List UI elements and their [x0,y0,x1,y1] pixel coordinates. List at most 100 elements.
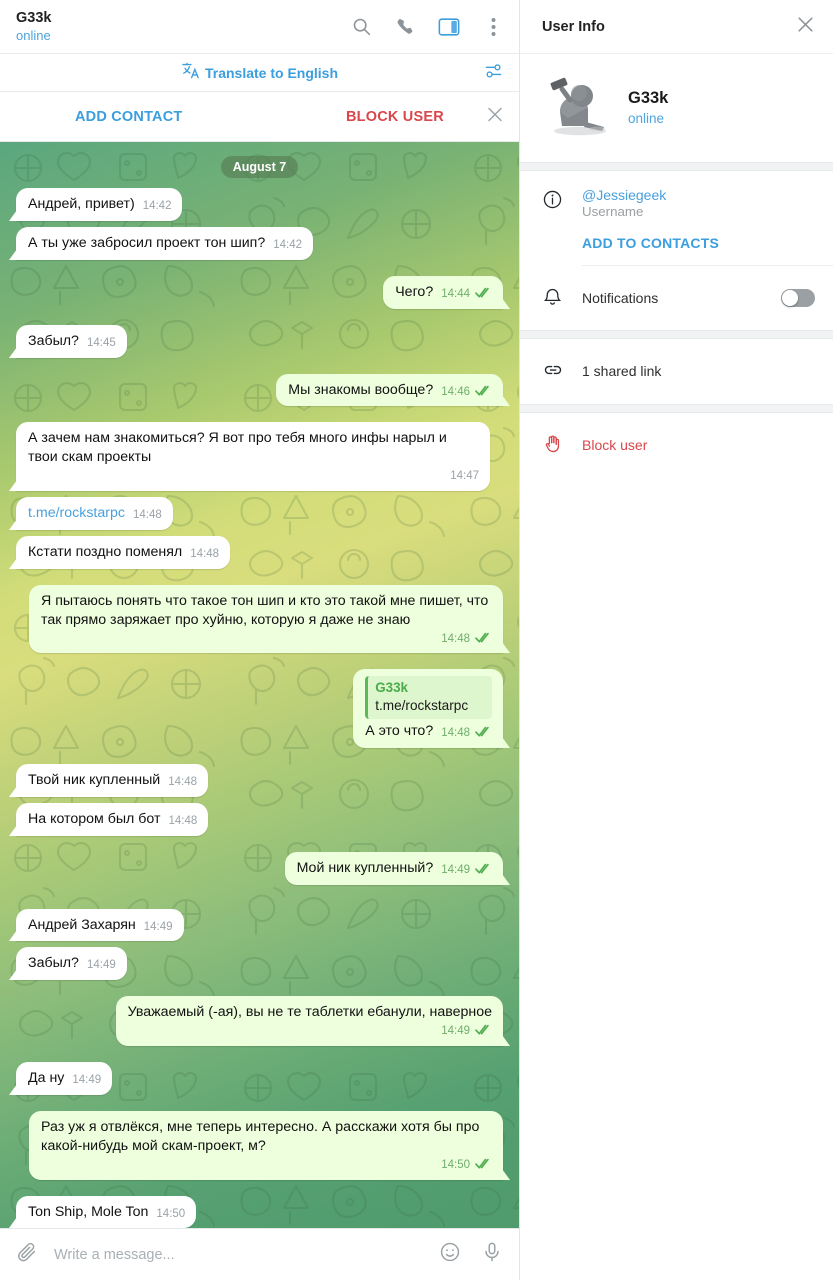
read-receipt-ticks-icon [475,285,492,304]
incoming-message-bubble[interactable]: Твой ник купленный 14:48 [9,763,208,797]
search-icon[interactable] [349,15,373,39]
message-timestamp: 14:48 [441,727,470,739]
hand-stop-icon [542,431,582,459]
message-timestamp: 14:47 [450,470,479,483]
username-row[interactable]: @Jessiegeek Username ADD TO CONTACTS [520,171,833,265]
message-row: Забыл? 14:45 [9,324,505,358]
reply-quote[interactable]: G33k t.me/rockstarpc [365,676,492,719]
incoming-message-bubble[interactable]: На котором был бот 14:48 [8,802,209,836]
chat-column: G33k online Translate to English ADD CON… [0,0,520,1280]
incoming-message-bubble[interactable]: Кстати поздно поменял 14:48 [9,535,230,569]
emoji-smiley-icon[interactable] [439,1241,461,1268]
read-receipt-ticks-icon [475,1022,492,1041]
shared-links-label: 1 shared link [582,363,662,380]
username-value[interactable]: @Jessiegeek [582,187,815,203]
incoming-message-bubble[interactable]: Ton Ship, Mole Ton 14:50 [8,1195,197,1228]
incoming-message-bubble[interactable]: А ты уже забросил проект тон шип? 14:42 [9,226,313,260]
message-row: t.me/rockstarpc 14:48 [9,497,505,530]
paperclip-icon[interactable] [16,1241,38,1268]
message-timestamp: 14:49 [143,920,173,933]
link-icon [542,357,582,386]
close-icon[interactable] [486,105,504,128]
incoming-message-bubble[interactable]: t.me/rockstarpc 14:48 [9,497,173,530]
message-text: Уважаемый (-ая), вы не те таблетки ебану… [127,1004,492,1021]
message-row: Чего? 14:44 [14,275,510,309]
message-link[interactable]: t.me/rockstarpc [28,505,125,521]
message-row: Ton Ship, Mole Ton 14:50 [8,1195,505,1228]
message-text: На котором был бот [28,810,161,827]
call-icon[interactable] [393,15,417,39]
translate-to-english-button[interactable]: Translate to English [181,61,338,85]
message-timestamp: 14:49 [86,959,116,972]
message-text: Мой ник купленный? [296,859,434,876]
message-text: А зачем нам знакомиться? Я вот про тебя … [28,430,447,466]
message-text: Кстати поздно поменял [28,543,183,560]
message-meta: 14:48 [160,771,197,790]
notifications-toggle[interactable] [781,289,815,307]
outgoing-message-bubble[interactable]: Раз уж я отвлёкся, мне теперь интересно.… [29,1110,510,1180]
message-text: Мы знакомы вообще? [288,381,434,398]
translate-settings-icon[interactable] [484,61,503,85]
read-receipt-ticks-icon [475,630,492,649]
message-timestamp: 14:50 [156,1207,186,1220]
read-receipt-ticks-icon [475,383,492,402]
incoming-message-bubble[interactable]: Андрей Захарян 14:49 [9,908,184,942]
messages-scroll-area[interactable]: August 7 Андрей, привет) 14:42 А ты уже заб… [0,142,519,1228]
read-receipt-ticks-icon [475,724,492,743]
more-options-icon[interactable] [481,15,505,39]
block-user-button[interactable]: BLOCK USER [346,109,444,125]
outgoing-message-bubble[interactable]: G33k t.me/rockstarpc А это что? 14:48 [353,669,510,748]
section-divider [520,404,833,413]
block-user-row[interactable]: Block user [520,413,833,477]
message-timestamp: 14:48 [168,814,198,827]
translate-label: Translate to English [204,64,339,81]
microphone-icon[interactable] [481,1241,503,1268]
message-row: Забыл? 14:49 [9,947,505,981]
translate-icon [181,61,200,85]
message-timestamp: 14:48 [441,632,470,645]
reply-quote-author: G33k [375,680,408,696]
incoming-message-bubble[interactable]: Андрей, привет) 14:42 [8,188,183,221]
chat-header-titles[interactable]: G33k online [16,9,349,45]
message-meta: 14:48 [182,543,219,562]
message-text: Чего? [395,283,434,300]
add-contact-button[interactable]: ADD CONTACT [75,109,182,125]
toggle-info-panel-icon[interactable] [437,15,461,39]
message-text: Раз уж я отвлёкся, мне теперь интересно.… [41,1118,480,1154]
message-text: Я пытаюсь понять что такое тон шип и кто… [41,592,489,628]
incoming-message-bubble[interactable]: А зачем нам знакомиться? Я вот про тебя … [9,422,490,491]
username-body: @Jessiegeek Username ADD TO CONTACTS [582,187,815,265]
avatar[interactable] [542,76,614,138]
add-to-contacts-button[interactable]: ADD TO CONTACTS [582,235,815,251]
message-row: Андрей Захарян 14:49 [9,908,505,942]
message-row: На котором был бот 14:48 [8,802,505,836]
toggle-knob [782,290,798,306]
incoming-message-bubble[interactable]: Забыл? 14:45 [9,324,127,358]
message-meta: 14:50 [41,1154,492,1173]
message-row: Андрей, привет) 14:42 [8,188,505,221]
incoming-message-bubble[interactable]: Забыл? 14:49 [9,947,127,981]
chat-header: G33k online [0,0,519,54]
user-details-block: @Jessiegeek Username ADD TO CONTACTS Not… [520,171,833,330]
notifications-row[interactable]: Notifications [520,266,833,330]
message-row: А зачем нам знакомиться? Я вот про тебя … [9,422,505,491]
message-input[interactable]: Write a message... [54,1247,439,1263]
outgoing-message-bubble[interactable]: Чего? 14:44 [383,275,510,309]
message-row: А ты уже забросил проект тон шип? 14:42 [9,226,505,260]
outgoing-message-bubble[interactable]: Уважаемый (-ая), вы не те таблетки ебану… [115,996,511,1046]
message-row: Да ну 14:49 [8,1062,505,1095]
section-divider [520,330,833,339]
incoming-message-bubble[interactable]: Да ну 14:49 [8,1062,113,1095]
message-row: Раз уж я отвлёкся, мне теперь интересно.… [14,1110,510,1180]
bell-icon [542,284,582,312]
message-meta: 14:42 [135,195,172,214]
message-timestamp: 14:48 [190,547,219,560]
message-timestamp: 14:48 [132,509,162,521]
message-meta: 14:49 [128,1020,492,1039]
shared-links-row[interactable]: 1 shared link [520,339,833,404]
message-text: А это что? [365,723,434,739]
outgoing-message-bubble[interactable]: Мой ник купленный? 14:49 [284,851,511,885]
close-icon[interactable] [796,15,815,39]
outgoing-message-bubble[interactable]: Я пытаюсь понять что такое тон шип и кто… [29,584,510,654]
outgoing-message-bubble[interactable]: Мы знакомы вообще? 14:46 [276,373,510,407]
